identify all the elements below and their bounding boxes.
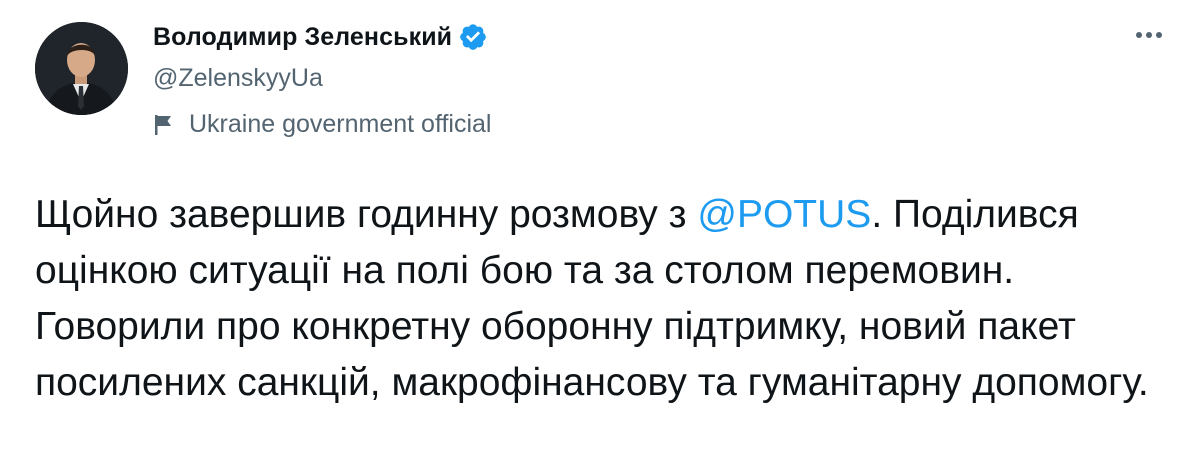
tweet-text: Щойно завершив годинну розмову з @POTUS.… [35, 187, 1165, 411]
avatar-image [35, 22, 128, 115]
verified-badge-icon [460, 24, 486, 50]
author-display-name[interactable]: Володимир Зеленський [153, 23, 452, 52]
account-label-text: Ukraine government official [189, 110, 492, 138]
author-name-row: Володимир Зеленський [153, 22, 488, 52]
flag-icon [155, 114, 171, 135]
author-handle[interactable]: @ZelenskyyUa [153, 64, 323, 93]
more-options-icon[interactable] [1136, 32, 1162, 38]
tweet-text-start: Щойно завершив годинну розмову з [35, 193, 698, 236]
account-label: Ukraine government official [153, 110, 491, 139]
avatar[interactable] [35, 22, 128, 115]
mention-link[interactable]: @POTUS [697, 193, 871, 236]
